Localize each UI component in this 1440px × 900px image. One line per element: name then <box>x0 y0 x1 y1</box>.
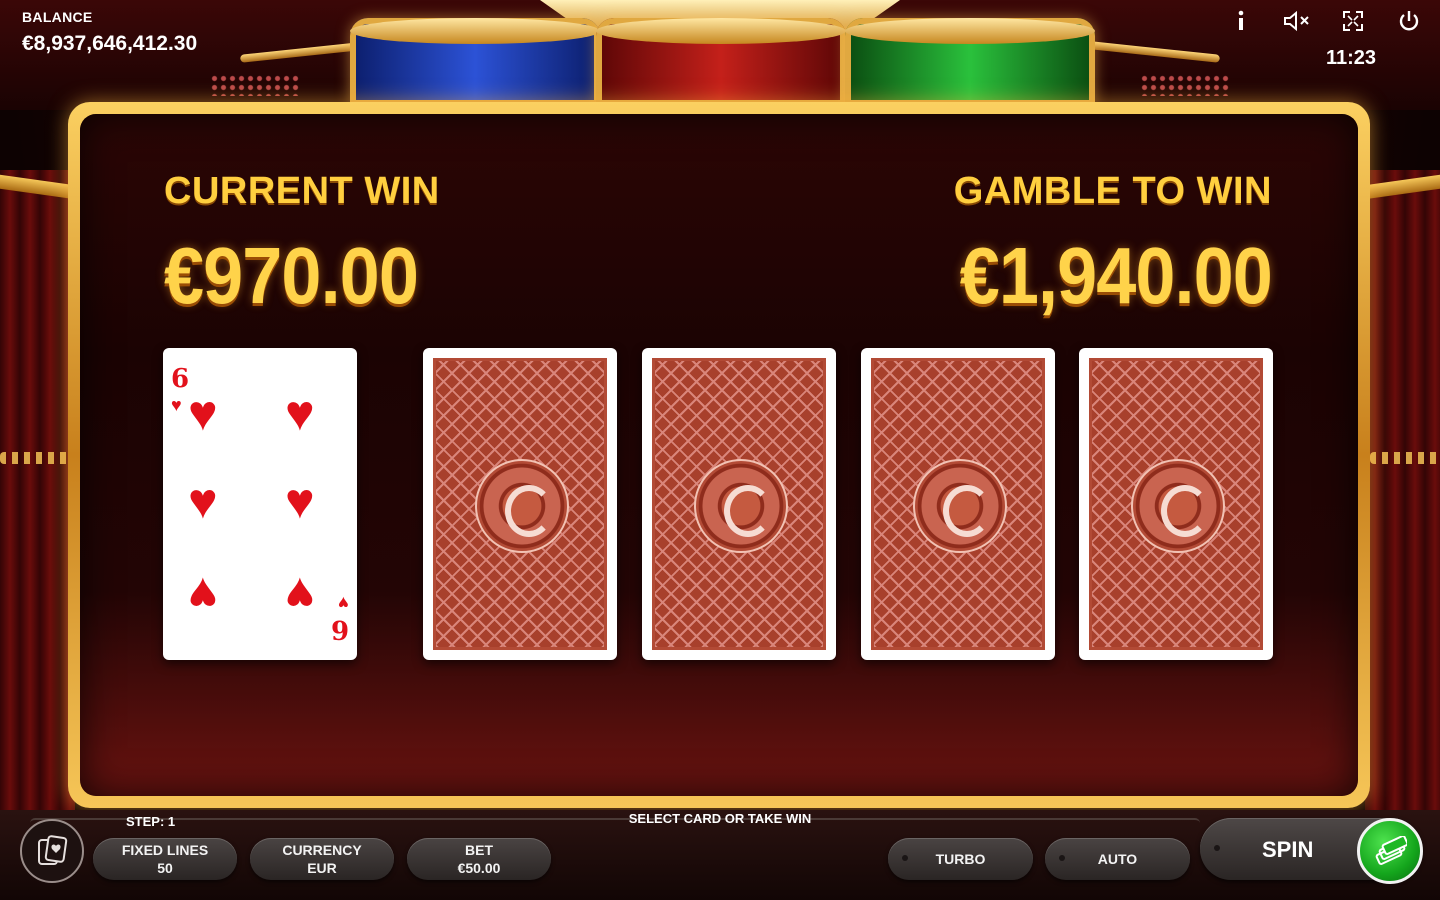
currency-display: CURRENCY EUR <box>250 838 394 880</box>
spin-label: SPIN <box>1262 837 1314 862</box>
fullscreen-icon[interactable] <box>1338 6 1368 36</box>
spin-indicator <box>1214 845 1220 851</box>
balcony-lights-right <box>1370 452 1440 464</box>
card-back-emblem-icon <box>694 459 788 553</box>
speaker-muted-glyph <box>1284 10 1309 32</box>
face-down-card-4[interactable] <box>1079 348 1273 660</box>
card-back-emblem-icon <box>1131 459 1225 553</box>
blue-drum-ornament <box>350 18 600 106</box>
heart-pip: ♥ <box>188 567 218 623</box>
face-down-card-1[interactable] <box>423 348 617 660</box>
heart-pip: ♥ <box>188 473 218 529</box>
bet-selector[interactable]: BET €50.00 <box>407 838 551 880</box>
info-icon[interactable] <box>1226 6 1256 36</box>
marquee-lights-right <box>1140 74 1230 96</box>
fixed-lines-value: 50 <box>157 860 173 876</box>
curtain-left <box>0 170 75 810</box>
cards-heart-icon <box>38 835 68 865</box>
mute-icon[interactable] <box>1282 6 1312 36</box>
turbo-toggle[interactable]: TURBO <box>888 838 1033 880</box>
auto-indicator <box>1059 855 1065 861</box>
heart-pip: ♥ <box>285 385 315 441</box>
face-down-card-2[interactable] <box>642 348 836 660</box>
heart-pip: ♥ <box>188 385 218 441</box>
card-rank-bottom: 6 <box>330 614 349 644</box>
curtain-right <box>1365 170 1440 810</box>
current-win-label: CURRENT WIN <box>164 170 440 212</box>
heart-pip: ♥ <box>285 567 315 623</box>
currency-value: EUR <box>307 860 337 876</box>
power-icon[interactable] <box>1394 6 1424 36</box>
cash-stack-icon <box>1375 836 1407 865</box>
current-win-value: €970.00 <box>164 231 419 320</box>
clock: 11:23 <box>1326 47 1377 69</box>
auto-label: AUTO <box>1097 851 1138 867</box>
card-suit-bottom: ♥ <box>338 593 349 613</box>
heart-pip: ♥ <box>285 473 315 529</box>
fullscreen-glyph <box>1343 11 1363 31</box>
fixed-lines-display: FIXED LINES 50 <box>93 838 237 880</box>
green-drum-ornament <box>845 18 1095 106</box>
balcony-lights-left <box>0 452 70 464</box>
power-glyph <box>1399 11 1419 31</box>
currency-label: CURRENCY <box>282 842 362 858</box>
face-down-card-3[interactable] <box>861 348 1055 660</box>
gamble-to-win-label: GAMBLE TO WIN <box>953 170 1272 212</box>
card-suit-top: ♥ <box>171 395 182 415</box>
card-rank-top: 6 <box>171 364 190 394</box>
marquee-lights-left <box>210 74 300 96</box>
turbo-label: TURBO <box>935 851 986 867</box>
info-glyph <box>1238 10 1244 30</box>
auto-toggle[interactable]: AUTO <box>1045 838 1190 880</box>
fixed-lines-label: FIXED LINES <box>121 842 209 858</box>
take-win-button[interactable] <box>1357 818 1423 884</box>
gamble-cards-button[interactable] <box>20 819 84 883</box>
turbo-indicator <box>902 855 908 861</box>
bet-value: €50.00 <box>457 860 501 876</box>
balance-label: BALANCE <box>22 9 93 25</box>
dealer-card: 6 ♥ ♥ ♥ ♥ ♥ ♥ ♥ ♥ 6 <box>163 348 357 660</box>
red-drum-ornament <box>596 18 846 106</box>
bet-label: BET <box>465 842 493 858</box>
card-back-emblem-icon <box>913 459 1007 553</box>
card-back-emblem-icon <box>475 459 569 553</box>
gamble-to-win-value: €1,940.00 <box>959 231 1273 320</box>
balance-value: €8,937,646,412.30 <box>22 32 198 55</box>
